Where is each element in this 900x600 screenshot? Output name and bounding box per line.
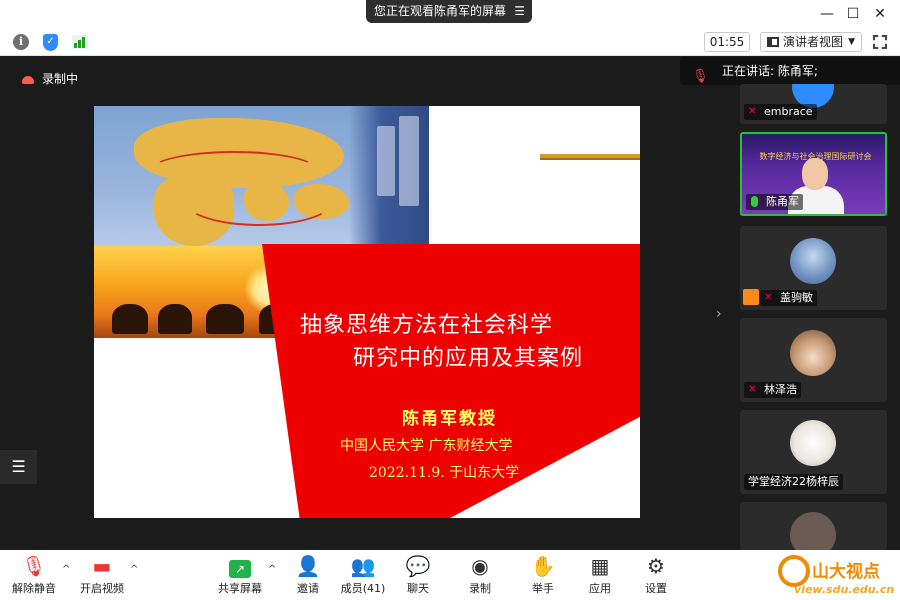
info-icon[interactable]: i (13, 34, 29, 50)
avatar (790, 420, 836, 466)
slide-affiliation: 中国人民大学 广东财经大学 (340, 438, 513, 454)
participant-name: 林泽浩 (764, 383, 797, 396)
raise-hand-button[interactable]: ✋ 举手 (513, 554, 573, 596)
video-off-icon: ▬ (92, 554, 112, 578)
title-bar: 您正在观看陈甬军的屏幕 ☰ — ☐ ✕ (0, 0, 900, 28)
share-screen-button[interactable]: ↗ 共享屏幕 (210, 554, 270, 596)
active-speaker-bar: 🎙 正在讲话: 陈甬军; (680, 57, 900, 85)
meeting-timer: 01:55 (704, 32, 750, 52)
list-menu-icon[interactable]: ☰ (0, 450, 37, 484)
chevron-right-icon[interactable]: › (716, 306, 722, 322)
participant-tile[interactable] (740, 502, 887, 550)
mic-muted-icon: ✕ (748, 384, 757, 395)
minimize-button[interactable]: — (816, 4, 838, 24)
mic-muted-icon: ✕ (764, 292, 773, 303)
bottom-toolbar: 🎙 解除静音 ^ ▬ 开启视频 ^ ↗ 共享屏幕 ^ 👤 邀请 👥 成员(41)… (0, 550, 900, 600)
mic-on-icon (751, 196, 758, 207)
audio-options-caret-icon[interactable]: ^ (62, 564, 70, 575)
watermark-url: view.sdu.edu.cn (794, 583, 895, 596)
raise-hand-icon: ✋ (530, 554, 556, 578)
participant-name-tag: ✕ embrace (744, 104, 817, 120)
view-mode-button[interactable]: 演讲者视图 ▼ (760, 32, 862, 52)
participant-tile[interactable]: 学堂经济22杨梓辰 (740, 410, 887, 494)
participant-tile[interactable]: ✕ embrace (740, 84, 887, 124)
avatar (790, 238, 836, 284)
gear-icon: ⚙ (647, 554, 665, 578)
share-screen-icon: ↗ (229, 560, 251, 578)
decorative-line (540, 154, 640, 158)
apps-icon: ▦ (590, 554, 610, 578)
sailing-ship-image (349, 106, 429, 256)
avatar (790, 512, 836, 550)
participant-name-tag: 学堂经济22杨梓辰 (744, 474, 843, 490)
viewing-share-label: 您正在观看陈甬军的屏幕 (374, 4, 507, 18)
avatar (790, 330, 836, 376)
unmute-button[interactable]: 🎙 解除静音 (4, 554, 64, 596)
slide-title-line1: 抽象思维方法在社会科学 (300, 313, 554, 338)
mic-muted-icon: 🎙 (21, 554, 47, 578)
signal-strength-icon[interactable] (72, 35, 88, 49)
slide-author: 陈甬军教授 (402, 409, 497, 429)
mic-muted-icon: 🎙 (692, 69, 709, 84)
add-person-icon: 👤 (295, 554, 321, 578)
settings-button[interactable]: ⚙ 设置 (626, 554, 686, 596)
record-button[interactable]: ◉ 录制 (450, 554, 510, 596)
slide-date: 2022.11.9. 于山东大学 (369, 465, 520, 481)
person-icon (743, 289, 759, 305)
meeting-toolbar: i ✓ 01:55 演讲者视图 ▼ (0, 28, 900, 56)
invite-button[interactable]: 👤 邀请 (278, 554, 338, 596)
share-options-caret-icon[interactable]: ^ (268, 564, 276, 575)
mic-muted-icon: ✕ (748, 106, 757, 117)
participant-tile[interactable]: ✕ 盖驹敏 (740, 226, 887, 310)
participant-name: 盖驹敏 (780, 291, 813, 304)
participant-name-tag: ✕ 林泽浩 (744, 382, 801, 398)
watermark-logo: 山大视点 view.sdu.edu.cn (770, 553, 900, 599)
close-button[interactable]: ✕ (869, 4, 891, 24)
viewing-share-banner[interactable]: 您正在观看陈甬军的屏幕 ☰ (366, 0, 532, 23)
shield-icon[interactable]: ✓ (43, 34, 58, 51)
apps-button[interactable]: ▦ 应用 (570, 554, 630, 596)
recording-label: 录制中 (42, 72, 79, 86)
participant-name-tag: 陈甬军 (746, 194, 803, 210)
video-options-caret-icon[interactable]: ^ (130, 564, 138, 575)
chevron-down-icon: ▼ (848, 37, 855, 47)
watermark-brand: 山大视点 (812, 562, 880, 582)
cloud-record-icon (22, 75, 34, 84)
participant-name: 学堂经济22杨梓辰 (748, 475, 839, 488)
participants-button[interactable]: 👥 成员(41) (333, 554, 393, 596)
participant-name: embrace (764, 105, 813, 118)
maximize-button[interactable]: ☐ (842, 4, 864, 24)
speaker-head (802, 158, 828, 190)
slide-title-line2: 研究中的应用及其案例 (353, 346, 584, 371)
participant-tile[interactable]: ✕ 林泽浩 (740, 318, 887, 402)
fullscreen-icon[interactable] (873, 35, 887, 49)
recording-indicator[interactable]: 录制中 (22, 70, 78, 87)
start-video-button[interactable]: ▬ 开启视频 (72, 554, 132, 596)
speaker-view-icon (767, 37, 779, 47)
chat-button[interactable]: 💬 聊天 (388, 554, 448, 596)
participant-tile-active[interactable]: 数字经济与社会治理国际研讨会 陈甬军 (740, 132, 887, 216)
view-mode-label: 演讲者视图 (783, 35, 844, 49)
active-speaker-label: 正在讲话: 陈甬军; (722, 64, 818, 78)
participants-icon: 👥 (350, 554, 376, 578)
chat-icon: 💬 (405, 554, 431, 578)
participant-name-tag: ✕ 盖驹敏 (760, 290, 817, 306)
menu-icon[interactable]: ☰ (514, 0, 525, 23)
record-icon: ◉ (471, 554, 489, 578)
participant-name: 陈甬军 (766, 195, 799, 208)
